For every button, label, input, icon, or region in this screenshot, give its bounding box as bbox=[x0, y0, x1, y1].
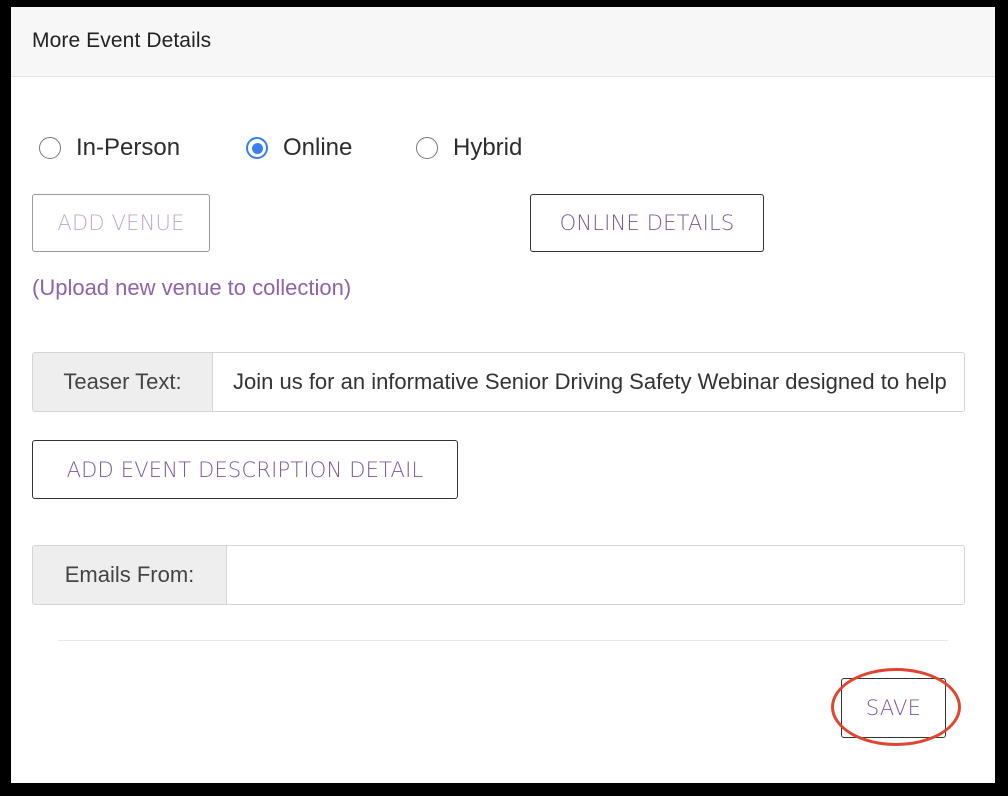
online-details-button[interactable]: ONLINE DETAILS bbox=[530, 194, 764, 252]
panel-title: More Event Details bbox=[32, 29, 212, 52]
emails-from-label: Emails From: bbox=[33, 546, 227, 604]
radio-circle-icon[interactable] bbox=[416, 137, 438, 159]
panel-header: More Event Details bbox=[11, 7, 995, 77]
footer-divider bbox=[58, 640, 948, 641]
save-button[interactable]: SAVE bbox=[841, 678, 946, 738]
radio-online[interactable]: Online bbox=[246, 134, 352, 162]
emails-from-group: Emails From: bbox=[32, 545, 965, 605]
teaser-text-label: Teaser Text: bbox=[33, 353, 213, 411]
teaser-text-group: Teaser Text: Join us for an informative … bbox=[32, 352, 965, 412]
emails-from-input[interactable] bbox=[227, 546, 964, 604]
upload-venue-link[interactable]: (Upload new venue to collection) bbox=[32, 275, 351, 301]
event-details-panel: More Event Details In-Person Online Hybr… bbox=[11, 7, 995, 783]
teaser-text-input[interactable]: Join us for an informative Senior Drivin… bbox=[213, 353, 964, 411]
add-venue-button[interactable]: ADD VENUE bbox=[32, 194, 210, 252]
radio-circle-icon[interactable] bbox=[39, 137, 61, 159]
radio-checked-icon[interactable] bbox=[246, 137, 268, 159]
radio-label: Hybrid bbox=[453, 134, 523, 161]
radio-in-person[interactable]: In-Person bbox=[39, 134, 180, 162]
radio-label: Online bbox=[283, 134, 353, 161]
radio-label: In-Person bbox=[76, 134, 181, 161]
add-event-description-button[interactable]: ADD EVENT DESCRIPTION DETAIL bbox=[32, 440, 458, 499]
radio-hybrid[interactable]: Hybrid bbox=[416, 134, 522, 162]
